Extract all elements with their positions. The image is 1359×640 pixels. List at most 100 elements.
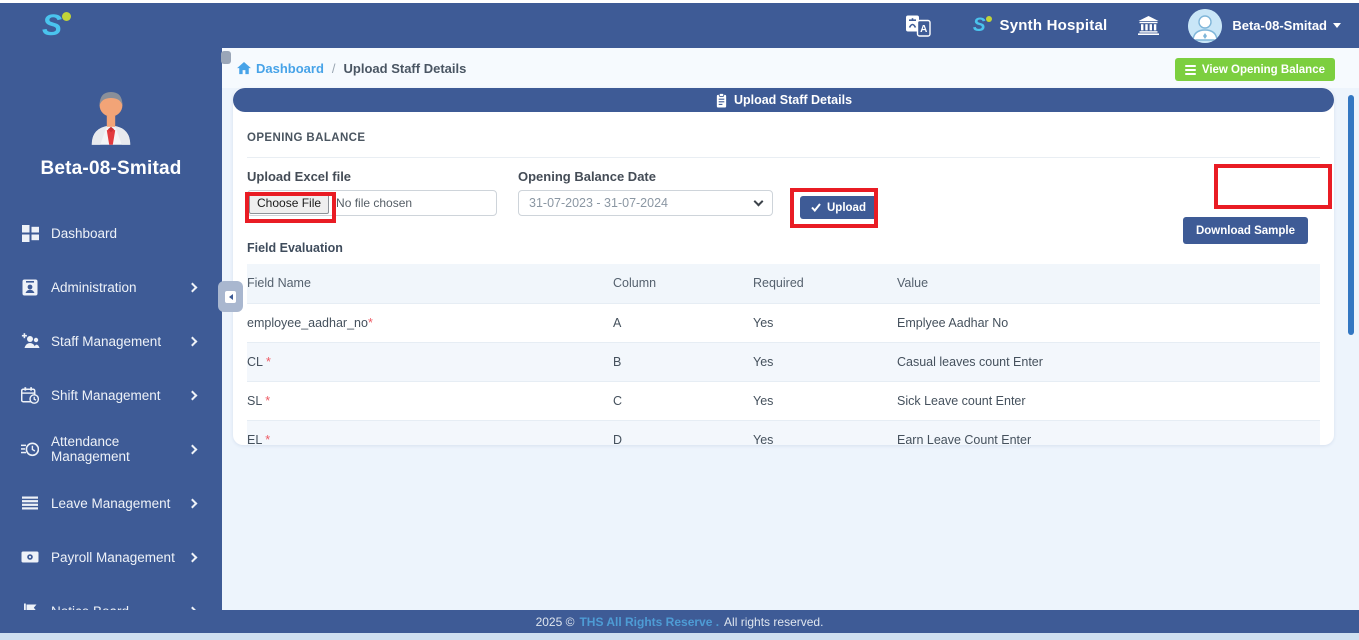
check-icon [811, 203, 821, 212]
opening-balance-date-select[interactable]: 31-07-2023 - 31-07-2024 [518, 190, 773, 216]
breadcrumb-dashboard-link[interactable]: Dashboard [237, 61, 324, 76]
upload-button-label: Upload [827, 202, 866, 214]
language-translate-icon[interactable]: A [905, 14, 931, 38]
calendar-clock-icon [20, 387, 40, 404]
cell-field-name: SL * [247, 381, 613, 420]
cell-value: Earn Leave Count Enter [897, 420, 1320, 445]
field-evaluation-table: Field Name Column Required Value employe… [247, 264, 1320, 445]
upload-button[interactable]: Upload [800, 196, 877, 219]
bottom-strip [0, 633, 1359, 640]
chevron-right-icon [188, 390, 198, 400]
breadcrumb-separator: / [332, 61, 336, 76]
cell-required: Yes [753, 342, 897, 381]
download-sample-button[interactable]: Download Sample [1183, 217, 1308, 244]
upload-form: Upload Excel file Choose File No file ch… [247, 169, 1320, 219]
cell-field-name: employee_aadhar_no* [247, 303, 613, 342]
divider [247, 157, 1320, 158]
chevron-down-icon [754, 196, 764, 206]
sidebar-item-label: Shift Management [51, 388, 189, 403]
upload-file-field: Upload Excel file Choose File No file ch… [247, 169, 497, 216]
col-header-required: Required [753, 264, 897, 303]
chevron-right-icon [188, 552, 198, 562]
sidebar-user-name: Beta-08-Smitad [0, 158, 222, 180]
table-row: SL * C Yes Sick Leave count Enter [247, 381, 1320, 420]
footer: 2025 © THS All Rights Reserve . All righ… [0, 610, 1359, 633]
sidebar-scrollbar-thumb[interactable] [221, 51, 231, 64]
table-row: CL * B Yes Casual leaves count Enter [247, 342, 1320, 381]
chevron-right-icon [188, 282, 198, 292]
hospital-logo-letter: S [973, 15, 986, 36]
sidebar-item-leave-management[interactable]: Leave Management [0, 476, 222, 530]
cell-column: D [613, 420, 753, 445]
required-star: * [263, 355, 271, 369]
required-star: * [368, 316, 373, 330]
sidebar-item-label: Dashboard [51, 226, 202, 241]
sidebar-item-attendance-management[interactable]: Attendance Management [0, 422, 222, 476]
footer-rights: All rights reserved. [724, 615, 823, 629]
upload-staff-details-card: Upload Staff Details OPENING BALANCE Upl… [233, 88, 1334, 445]
page: S A S Synth Hospital [0, 0, 1359, 640]
col-header-value: Value [897, 264, 1320, 303]
cell-required: Yes [753, 303, 897, 342]
sidebar-item-label: Attendance Management [51, 434, 189, 464]
cell-column: B [613, 342, 753, 381]
main-content: Dashboard / Upload Staff Details View Op… [222, 48, 1359, 610]
footer-link[interactable]: THS All Rights Reserve . [579, 615, 719, 629]
user-menu-label: Beta-08-Smitad [1232, 18, 1327, 33]
collapse-inner [225, 291, 236, 303]
svg-text:A: A [920, 24, 927, 35]
no-file-chosen-text: No file chosen [336, 196, 412, 210]
sidebar-item-label: Leave Management [51, 496, 189, 511]
opening-balance-date-field: Opening Balance Date 31-07-2023 - 31-07-… [518, 169, 773, 216]
col-header-field-name: Field Name [247, 264, 613, 303]
file-input[interactable]: Choose File No file chosen [247, 190, 497, 216]
field-evaluation-title: Field Evaluation [247, 241, 1320, 255]
required-star: * [262, 394, 270, 408]
breadcrumb-home-label: Dashboard [256, 61, 324, 76]
view-opening-balance-label: View Opening Balance [1202, 64, 1325, 76]
sidebar-avatar [82, 80, 140, 146]
breadcrumb: Dashboard / Upload Staff Details View Op… [222, 48, 1359, 88]
chevron-down-icon [1333, 23, 1341, 28]
section-title: OPENING BALANCE [247, 132, 1320, 144]
banknote-icon [20, 551, 40, 563]
col-header-column: Column [613, 264, 753, 303]
cell-required: Yes [753, 381, 897, 420]
cell-column: C [613, 381, 753, 420]
upload-file-label: Upload Excel file [247, 169, 497, 184]
view-opening-balance-button[interactable]: View Opening Balance [1175, 58, 1335, 81]
sidebar-item-dashboard[interactable]: Dashboard [0, 206, 222, 260]
sidebar-item-label: Administration [51, 280, 189, 295]
sidebar-item-shift-management[interactable]: Shift Management [0, 368, 222, 422]
id-badge-icon [20, 279, 40, 296]
attendance-clock-icon [20, 441, 40, 458]
chevron-right-icon [188, 498, 198, 508]
card-title: Upload Staff Details [734, 93, 852, 107]
list-lines-icon [20, 496, 40, 510]
bank-branch-icon[interactable] [1137, 16, 1160, 35]
page-scrollbar-thumb[interactable] [1348, 95, 1354, 335]
hospital-logo[interactable]: S [973, 16, 986, 35]
cell-value: Casual leaves count Enter [897, 342, 1320, 381]
sidebar-collapse-button[interactable] [218, 281, 243, 312]
chevron-left-icon [229, 294, 233, 300]
choose-file-button[interactable]: Choose File [249, 192, 329, 214]
cell-column: A [613, 303, 753, 342]
cell-value: Emplyee Aadhar No [897, 303, 1320, 342]
sidebar-item-label: Staff Management [51, 334, 189, 349]
card-body: OPENING BALANCE Upload Excel file Choose… [233, 132, 1334, 445]
cell-field-name: CL * [247, 342, 613, 381]
hospital-name: Synth Hospital [1000, 17, 1108, 34]
navbar: S A S Synth Hospital [0, 3, 1359, 48]
cell-value: Sick Leave count Enter [897, 381, 1320, 420]
user-menu[interactable]: Beta-08-Smitad [1232, 18, 1341, 33]
user-avatar[interactable] [1188, 9, 1222, 43]
app-logo-letter: S [42, 9, 62, 42]
app-logo[interactable]: S [42, 11, 62, 41]
sidebar-item-label: Payroll Management [51, 550, 189, 565]
required-star: * [262, 433, 270, 446]
sidebar-item-administration[interactable]: Administration [0, 260, 222, 314]
sidebar-item-payroll-management[interactable]: Payroll Management [0, 530, 222, 584]
cell-required: Yes [753, 420, 897, 445]
sidebar-item-staff-management[interactable]: Staff Management [0, 314, 222, 368]
